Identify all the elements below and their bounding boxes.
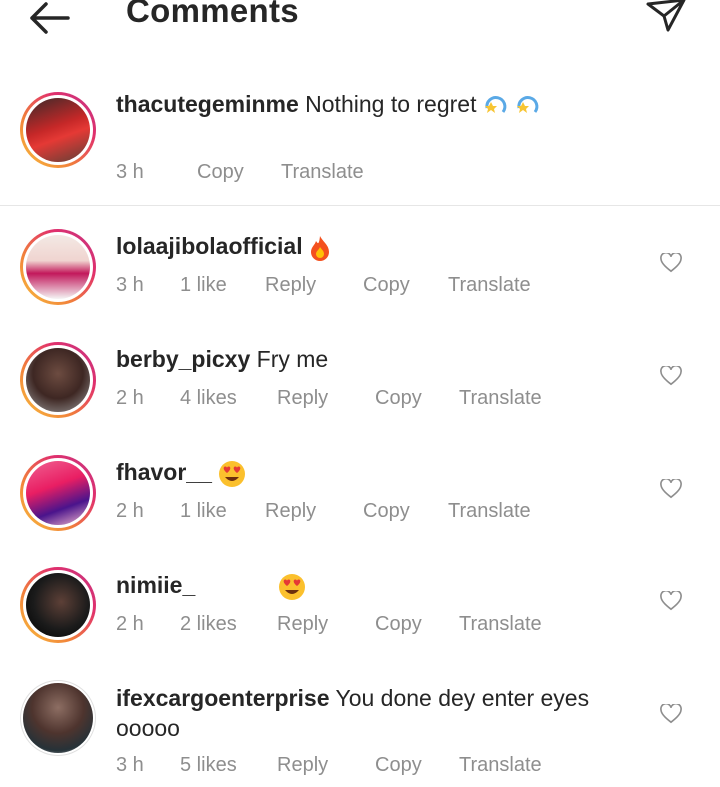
page-title: Comments [126, 0, 299, 29]
comment-username[interactable]: nimiie_ [116, 572, 195, 598]
copy-button[interactable]: Copy [375, 387, 422, 410]
translate-button[interactable]: Translate [459, 613, 542, 636]
timestamp: 3 h [116, 754, 144, 776]
dizzy-emoji-icon [517, 95, 539, 113]
avatar[interactable] [20, 455, 96, 531]
translate-button[interactable]: Translate [448, 274, 531, 297]
like-heart-icon[interactable] [660, 704, 682, 724]
timestamp: 2 h [116, 387, 144, 409]
comment-username[interactable]: thacutegeminme [116, 91, 299, 117]
copy-button[interactable]: Copy [197, 161, 244, 184]
comment-username[interactable]: fhavor__ [116, 459, 212, 485]
timestamp: 2 h [116, 613, 144, 635]
avatar[interactable] [20, 680, 96, 756]
reply-button[interactable]: Reply [265, 500, 316, 523]
comment-text: Nothing to regret [305, 91, 477, 117]
like-heart-icon[interactable] [660, 253, 682, 273]
comment-username[interactable]: ifexcargoenterprise [116, 685, 329, 711]
like-count[interactable]: 1 like [180, 500, 227, 523]
heart-eyes-emoji-icon [219, 460, 246, 487]
like-count[interactable]: 5 likes [180, 754, 237, 777]
comment-username[interactable]: berby_picxy [116, 346, 250, 372]
header: Comments [0, 0, 720, 42]
timestamp: 3 h [116, 274, 144, 296]
avatar[interactable] [20, 92, 96, 168]
comment-text: You done dey enter eyes [335, 685, 590, 711]
send-icon[interactable] [644, 0, 688, 34]
avatar[interactable] [20, 567, 96, 643]
copy-button[interactable]: Copy [363, 500, 410, 523]
reply-button[interactable]: Reply [277, 754, 328, 777]
translate-button[interactable]: Translate [281, 161, 364, 184]
timestamp: 2 h [116, 500, 144, 522]
timestamp: 3 h [116, 161, 144, 183]
reply-button[interactable]: Reply [265, 274, 316, 297]
comment-text-continued: ooooo [116, 715, 180, 741]
dizzy-emoji-icon [484, 95, 507, 113]
avatar[interactable] [20, 342, 96, 418]
like-heart-icon[interactable] [660, 479, 682, 499]
heart-eyes-emoji-icon [279, 573, 306, 600]
copy-button[interactable]: Copy [375, 754, 422, 777]
like-count[interactable]: 2 likes [180, 613, 237, 636]
like-heart-icon[interactable] [660, 591, 682, 611]
translate-button[interactable]: Translate [459, 754, 542, 777]
fire-emoji-icon [311, 235, 329, 261]
translate-button[interactable]: Translate [448, 500, 531, 523]
back-arrow-icon[interactable] [26, 0, 72, 36]
reply-button[interactable]: Reply [277, 387, 328, 410]
comment-username[interactable]: lolaajibolaofficial [116, 233, 303, 259]
divider [0, 205, 720, 206]
like-count[interactable]: 1 like [180, 274, 227, 297]
copy-button[interactable]: Copy [363, 274, 410, 297]
copy-button[interactable]: Copy [375, 613, 422, 636]
comment-text: Fry me [256, 346, 329, 372]
reply-button[interactable]: Reply [277, 613, 328, 636]
like-heart-icon[interactable] [660, 366, 682, 386]
like-count[interactable]: 4 likes [180, 387, 237, 410]
translate-button[interactable]: Translate [459, 387, 542, 410]
avatar[interactable] [20, 229, 96, 305]
